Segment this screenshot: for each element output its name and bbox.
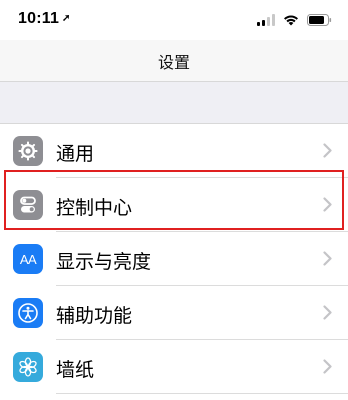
row-separator — [56, 393, 348, 394]
settings-row-accessibility[interactable]: 辅助功能 — [0, 286, 348, 340]
chevron-right-icon — [323, 251, 332, 266]
settings-row-label: 通用 — [56, 143, 95, 165]
wifi-icon — [283, 14, 299, 26]
signal-icon — [257, 14, 275, 26]
page-title: 设置 — [157, 53, 190, 72]
chevron-right-icon — [323, 305, 332, 320]
chevron-right-icon — [323, 197, 332, 212]
settings-row-label: 显示与亮度 — [56, 251, 152, 273]
flower-icon — [13, 352, 43, 382]
accessibility-icon — [13, 298, 43, 328]
status-time: 10:11 ➚ — [18, 10, 71, 28]
text-size-icon: AA — [13, 244, 43, 274]
time-text: 10:11 — [18, 10, 60, 27]
chevron-right-icon — [323, 143, 332, 158]
settings-row-label: 墙纸 — [56, 359, 95, 381]
status-icons — [257, 12, 332, 26]
toggles-icon — [13, 190, 43, 220]
chevron-right-icon — [323, 359, 332, 374]
settings-row-label: 控制中心 — [56, 197, 133, 219]
settings-row-wallpaper[interactable]: 墙纸 — [0, 340, 348, 394]
settings-row-label: 辅助功能 — [56, 305, 133, 327]
settings-list: 通用 控制中心 AA 显示与亮度 辅助功能 墙纸 — [0, 124, 348, 394]
settings-row-general[interactable]: 通用 — [0, 124, 348, 178]
settings-row-control-center[interactable]: 控制中心 — [0, 178, 348, 232]
text-size-icon-glyph: AA — [19, 251, 37, 267]
navigation-bar: 设置 — [0, 40, 348, 82]
gear-icon — [13, 136, 43, 166]
status-bar: 10:11 ➚ — [0, 0, 348, 40]
location-icon: ➚ — [62, 13, 71, 24]
battery-icon — [307, 14, 332, 26]
section-gap — [0, 82, 348, 124]
settings-row-display-brightness[interactable]: AA 显示与亮度 — [0, 232, 348, 286]
